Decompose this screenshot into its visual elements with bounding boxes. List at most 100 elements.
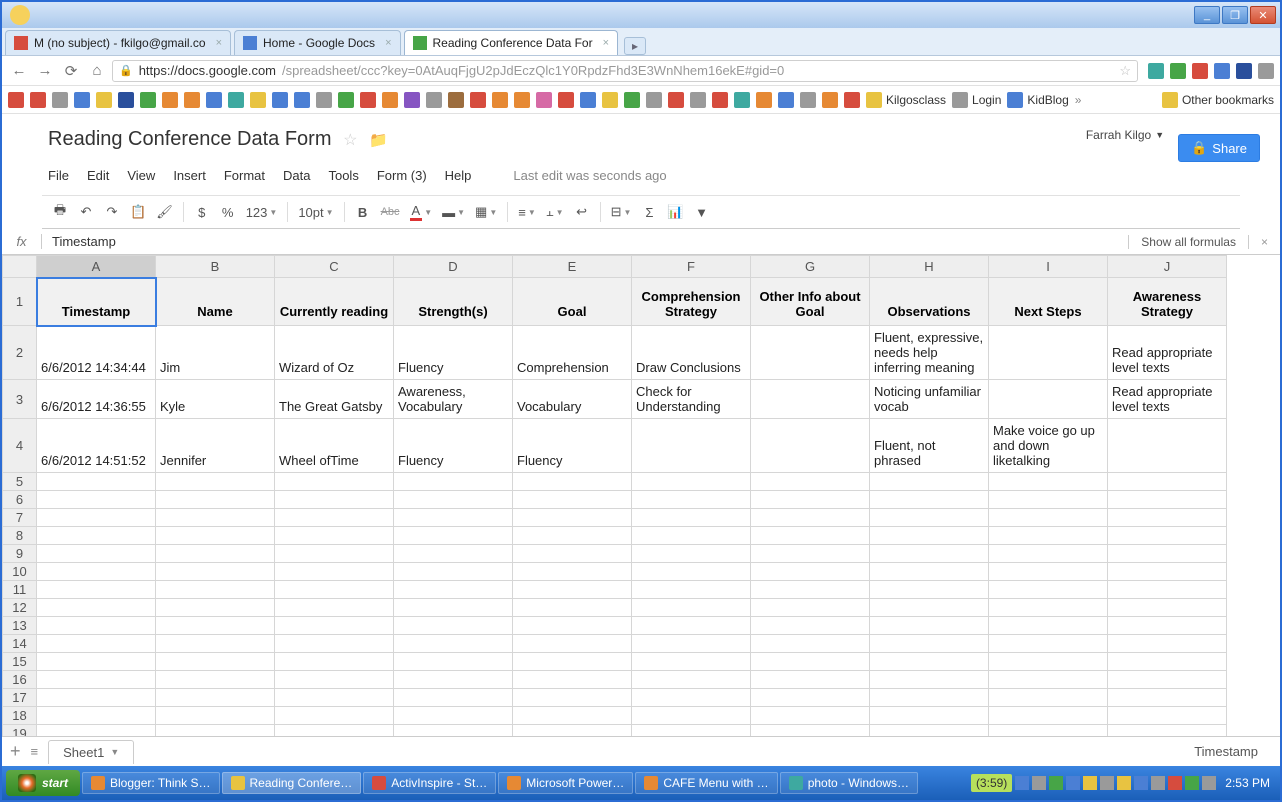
bookmark-icon[interactable] xyxy=(514,92,530,108)
empty-cell[interactable] xyxy=(156,545,275,563)
empty-cell[interactable] xyxy=(156,653,275,671)
row-header[interactable]: 6 xyxy=(3,491,37,509)
empty-cell[interactable] xyxy=(513,581,632,599)
data-cell[interactable] xyxy=(751,419,870,473)
empty-cell[interactable] xyxy=(156,581,275,599)
empty-cell[interactable] xyxy=(989,671,1108,689)
menu-view[interactable]: View xyxy=(127,168,155,183)
empty-cell[interactable] xyxy=(632,671,751,689)
select-all-corner[interactable] xyxy=(3,256,37,278)
menu-form[interactable]: Form (3) xyxy=(377,168,427,183)
empty-cell[interactable] xyxy=(513,599,632,617)
empty-cell[interactable] xyxy=(513,653,632,671)
tray-icon[interactable] xyxy=(1100,776,1114,790)
empty-cell[interactable] xyxy=(989,707,1108,725)
empty-cell[interactable] xyxy=(156,635,275,653)
bookmark-icon[interactable] xyxy=(294,92,310,108)
bookmark-icon[interactable] xyxy=(558,92,574,108)
data-cell[interactable] xyxy=(751,380,870,419)
row-header[interactable]: 11 xyxy=(3,581,37,599)
bookmarks-overflow[interactable]: » xyxy=(1075,93,1082,107)
bookmark-star-icon[interactable]: ☆ xyxy=(1119,63,1131,79)
data-cell[interactable] xyxy=(1108,419,1227,473)
spreadsheet-grid[interactable]: ABCDEFGHIJ1TimestampNameCurrently readin… xyxy=(2,255,1280,736)
empty-cell[interactable] xyxy=(751,545,870,563)
data-cell[interactable]: Vocabulary xyxy=(513,380,632,419)
bookmark-icon[interactable] xyxy=(470,92,486,108)
empty-cell[interactable] xyxy=(751,563,870,581)
empty-cell[interactable] xyxy=(37,581,156,599)
tray-icon[interactable] xyxy=(1032,776,1046,790)
bookmark-icon[interactable] xyxy=(756,92,772,108)
data-cell[interactable]: Check for Understanding xyxy=(632,380,751,419)
tray-icon[interactable] xyxy=(1185,776,1199,790)
header-cell[interactable]: Goal xyxy=(513,278,632,326)
percent-button[interactable]: % xyxy=(216,200,240,224)
bookmark-icon[interactable] xyxy=(822,92,838,108)
empty-cell[interactable] xyxy=(989,725,1108,737)
empty-cell[interactable] xyxy=(513,527,632,545)
maximize-button[interactable]: ❐ xyxy=(1222,6,1248,24)
bookmark-icon[interactable] xyxy=(404,92,420,108)
row-header[interactable]: 13 xyxy=(3,617,37,635)
empty-cell[interactable] xyxy=(275,725,394,737)
empty-cell[interactable] xyxy=(513,491,632,509)
empty-cell[interactable] xyxy=(156,491,275,509)
empty-cell[interactable] xyxy=(989,473,1108,491)
bookmark-login[interactable]: Login xyxy=(952,92,1001,108)
empty-cell[interactable] xyxy=(156,671,275,689)
menu-file[interactable]: File xyxy=(48,168,69,183)
empty-cell[interactable] xyxy=(275,581,394,599)
data-cell[interactable]: Fluency xyxy=(513,419,632,473)
header-cell[interactable]: Other Info about Goal xyxy=(751,278,870,326)
minimize-button[interactable]: _ xyxy=(1194,6,1220,24)
bookmark-icon[interactable] xyxy=(250,92,266,108)
empty-cell[interactable] xyxy=(632,581,751,599)
data-cell[interactable] xyxy=(751,326,870,380)
bookmark-icon[interactable] xyxy=(668,92,684,108)
empty-cell[interactable] xyxy=(513,545,632,563)
empty-cell[interactable] xyxy=(37,545,156,563)
header-cell[interactable]: Currently reading xyxy=(275,278,394,326)
empty-cell[interactable] xyxy=(751,491,870,509)
ext-icon[interactable] xyxy=(1192,63,1208,79)
empty-cell[interactable] xyxy=(870,527,989,545)
empty-cell[interactable] xyxy=(37,689,156,707)
empty-cell[interactable] xyxy=(394,509,513,527)
bookmark-icon[interactable] xyxy=(580,92,596,108)
empty-cell[interactable] xyxy=(394,473,513,491)
empty-cell[interactable] xyxy=(751,617,870,635)
header-cell[interactable]: Comprehension Strategy xyxy=(632,278,751,326)
empty-cell[interactable] xyxy=(989,635,1108,653)
ext-icon[interactable] xyxy=(1170,63,1186,79)
empty-cell[interactable] xyxy=(513,671,632,689)
tray-icon[interactable] xyxy=(1202,776,1216,790)
empty-cell[interactable] xyxy=(870,581,989,599)
wrench-icon[interactable] xyxy=(1258,63,1274,79)
row-header[interactable]: 10 xyxy=(3,563,37,581)
menu-tools[interactable]: Tools xyxy=(328,168,358,183)
empty-cell[interactable] xyxy=(37,653,156,671)
other-bookmarks[interactable]: Other bookmarks xyxy=(1162,92,1274,108)
data-cell[interactable]: The Great Gatsby xyxy=(275,380,394,419)
show-all-formulas[interactable]: Show all formulas xyxy=(1128,235,1248,249)
empty-cell[interactable] xyxy=(1108,689,1227,707)
empty-cell[interactable] xyxy=(870,617,989,635)
empty-cell[interactable] xyxy=(870,671,989,689)
data-cell[interactable]: Draw Conclusions xyxy=(632,326,751,380)
paint-format-button[interactable]: 🖌 xyxy=(152,200,177,224)
borders-button[interactable]: ▦▼ xyxy=(471,200,501,224)
bookmark-icon[interactable] xyxy=(338,92,354,108)
header-cell[interactable]: Awareness Strategy xyxy=(1108,278,1227,326)
empty-cell[interactable] xyxy=(1108,707,1227,725)
empty-cell[interactable] xyxy=(37,527,156,545)
empty-cell[interactable] xyxy=(156,509,275,527)
empty-cell[interactable] xyxy=(870,509,989,527)
empty-cell[interactable] xyxy=(275,635,394,653)
empty-cell[interactable] xyxy=(275,653,394,671)
taskbar-item[interactable]: CAFE Menu with … xyxy=(635,772,777,794)
data-cell[interactable]: Make voice go up and down liketalking xyxy=(989,419,1108,473)
bookmark-icon[interactable] xyxy=(690,92,706,108)
tray-icon[interactable] xyxy=(1049,776,1063,790)
close-tab-icon[interactable]: × xyxy=(385,37,391,49)
